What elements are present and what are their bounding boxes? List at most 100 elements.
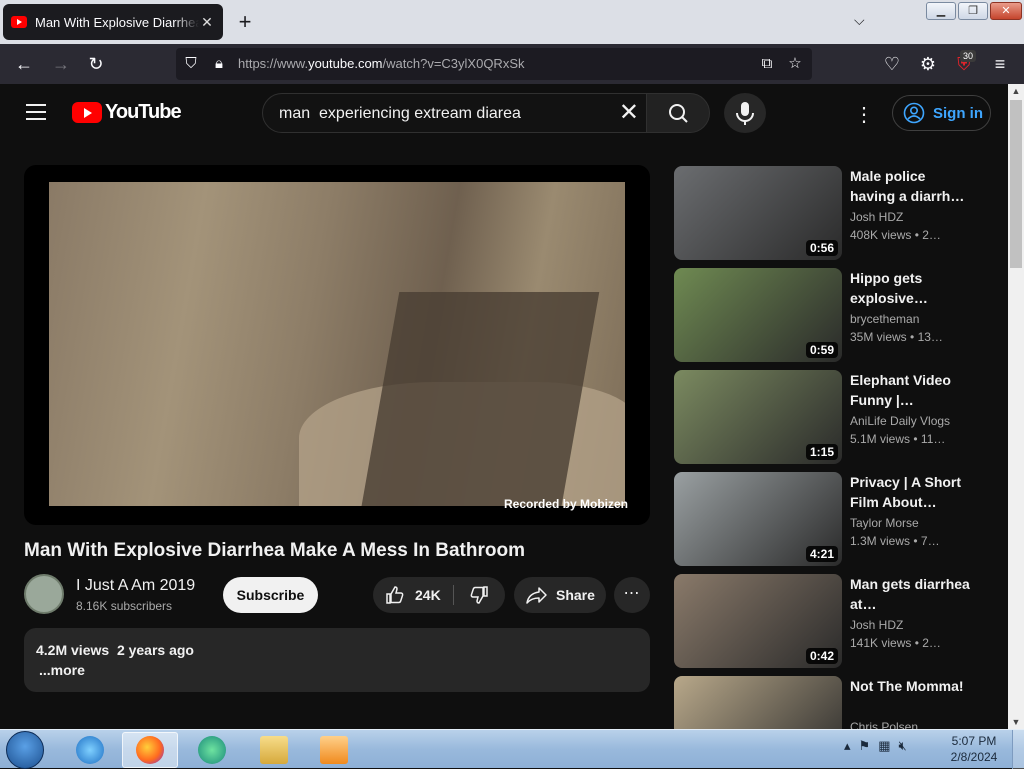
clock-date: 2/8/2024 <box>950 750 998 764</box>
taskbar-internet-explorer[interactable] <box>62 732 118 768</box>
related-title[interactable]: Male police having a diarrh… <box>850 166 970 206</box>
url-text[interactable]: https://www.youtube.com/watch?v=C3ylX0QR… <box>238 56 525 71</box>
browser-navbar: ← → ↻ ⛉ 🔒︎ https://www.youtube.com/watch… <box>0 44 1024 84</box>
related-channel[interactable]: brycetheman <box>850 312 919 326</box>
taskbar-firefox[interactable] <box>122 732 178 768</box>
show-desktop-button[interactable] <box>1012 730 1024 769</box>
action-center-flag-icon[interactable]: ⚑ <box>859 738 871 754</box>
tracking-shield-icon[interactable]: ⛉ <box>182 54 200 74</box>
share-label: Share <box>556 587 595 603</box>
taskbar-file-explorer[interactable] <box>246 732 302 768</box>
share-arrow-icon <box>526 587 547 604</box>
related-channel[interactable]: Taylor Morse <box>850 516 919 530</box>
search-icon <box>669 104 688 123</box>
taskbar-clock[interactable]: 5:07 PM 2/8/2024 <box>944 733 1004 765</box>
related-channel[interactable]: Josh HDZ <box>850 210 903 224</box>
url-bar[interactable]: ⛉ 🔒︎ https://www.youtube.com/watch?v=C3y… <box>176 48 812 80</box>
like-button[interactable]: 24K <box>373 577 453 613</box>
page-scrollbar[interactable]: ▲ ▼ <box>1008 84 1024 729</box>
menu-hamburger-icon[interactable]: ≡ <box>989 54 1011 74</box>
scroll-down-arrow-icon[interactable]: ▼ <box>1008 717 1024 727</box>
like-dislike-bar: 24K <box>373 577 505 613</box>
related-title[interactable]: Privacy | A Short Film About… <box>850 472 970 512</box>
minimize-button[interactable]: ▁ <box>926 2 956 20</box>
related-channel[interactable]: Chris Polsen <box>850 720 918 729</box>
extensions-puzzle-icon[interactable]: ⚙ <box>917 54 939 74</box>
clear-search-icon[interactable]: ✕ <box>619 100 639 126</box>
sign-in-button[interactable]: Sign in <box>892 95 991 131</box>
video-frame[interactable] <box>49 182 625 506</box>
related-thumbnail[interactable]: 0:42 <box>674 574 842 668</box>
microphone-icon <box>736 102 754 125</box>
voice-search-button[interactable] <box>724 93 766 133</box>
sign-in-label: Sign in <box>933 104 983 122</box>
system-tray: ▴ ⚑ ▦ 🔇︎ <box>844 738 907 754</box>
start-button[interactable] <box>6 731 44 769</box>
related-thumbnail[interactable]: 1:15 <box>674 370 842 464</box>
related-views: 408K views • 2… <box>850 228 941 242</box>
related-item[interactable]: 0:59 Hippo gets explosive… brycetheman 3… <box>674 268 974 364</box>
search-button[interactable] <box>646 93 710 133</box>
video-player[interactable]: Recorded by Mobizen <box>24 165 650 525</box>
show-more-link[interactable]: ...more <box>39 662 85 678</box>
browser-tab-active[interactable]: Man With Explosive Diarrhea Make A Mess … <box>3 4 223 40</box>
taskbar-edge[interactable] <box>184 732 240 768</box>
related-title[interactable]: Elephant Video Funny |… <box>850 370 970 410</box>
related-item[interactable]: 0:42 Man gets diarrhea at… Josh HDZ 141K… <box>674 574 974 670</box>
related-title[interactable]: Man gets diarrhea at… <box>850 574 970 614</box>
restore-button[interactable]: ❐ <box>958 2 988 20</box>
pocket-icon[interactable]: ♡ <box>881 54 903 74</box>
related-channel[interactable]: AniLife Daily Vlogs <box>850 414 950 428</box>
duration-badge: 0:59 <box>805 342 838 358</box>
settings-kebab-icon[interactable]: ⋮ <box>852 102 876 127</box>
duration-badge: 0:42 <box>805 648 838 664</box>
related-item[interactable]: 0:56 Male police having a diarrh… Josh H… <box>674 166 974 262</box>
related-title[interactable]: Hippo gets explosive… <box>850 268 970 308</box>
share-button[interactable]: Share <box>514 577 606 613</box>
list-all-tabs-chevron-icon[interactable]: ⌵ <box>854 12 865 29</box>
taskbar-media-player[interactable] <box>306 732 362 768</box>
windows-taskbar: ▴ ⚑ ▦ 🔇︎ 5:07 PM 2/8/2024 <box>0 729 1024 769</box>
dislike-button[interactable] <box>457 577 503 613</box>
lock-icon[interactable]: 🔒︎ <box>210 54 228 74</box>
youtube-logo[interactable]: YouTube <box>72 101 182 124</box>
guide-menu-icon[interactable] <box>26 104 46 125</box>
show-hidden-icons-icon[interactable]: ▴ <box>844 738 851 754</box>
channel-avatar[interactable] <box>24 574 64 614</box>
scrollbar-thumb[interactable] <box>1010 100 1022 268</box>
related-title[interactable]: Not The Momma! <box>850 676 970 696</box>
close-tab-icon[interactable]: ✕ <box>199 14 215 31</box>
search-query-text[interactable]: man experiencing extream diarea <box>279 105 521 123</box>
network-icon[interactable]: ▦ <box>878 738 890 754</box>
related-item[interactable]: 1:15 Elephant Video Funny |… AniLife Dai… <box>674 370 974 466</box>
reload-icon[interactable]: ↻ <box>85 54 107 74</box>
forward-arrow-icon[interactable]: → <box>50 54 72 74</box>
thumbs-down-icon <box>470 586 488 604</box>
picture-in-picture-icon[interactable]: ⧉ <box>758 54 776 74</box>
subscriber-count: 8.16K subscribers <box>76 599 173 613</box>
related-thumbnail[interactable]: 0:59 <box>674 268 842 362</box>
window-controls: ▁ ❐ ✕ <box>926 2 1022 20</box>
related-item[interactable]: Not The Momma! Chris Polsen <box>674 676 974 729</box>
duration-badge: 0:56 <box>805 240 838 256</box>
volume-muted-icon[interactable]: 🔇︎ <box>898 738 906 754</box>
related-item[interactable]: 4:21 Privacy | A Short Film About… Taylo… <box>674 472 974 568</box>
scroll-up-arrow-icon[interactable]: ▲ <box>1008 86 1024 96</box>
close-window-button[interactable]: ✕ <box>990 2 1022 20</box>
like-count: 24K <box>415 587 441 603</box>
subscribe-button[interactable]: Subscribe <box>223 577 318 613</box>
search-input[interactable]: man experiencing extream diarea ✕ <box>262 93 648 133</box>
description-box[interactable]: 4.2M views 2 years ago ...more <box>24 628 650 692</box>
related-thumbnail[interactable]: 0:56 <box>674 166 842 260</box>
channel-name[interactable]: I Just A Am 2019 <box>76 577 195 595</box>
related-channel[interactable]: Josh HDZ <box>850 618 903 632</box>
new-tab-button[interactable]: + <box>234 9 256 35</box>
related-thumbnail[interactable]: 4:21 <box>674 472 842 566</box>
related-thumbnail[interactable] <box>674 676 842 729</box>
video-title: Man With Explosive Diarrhea Make A Mess … <box>24 540 525 561</box>
more-actions-button[interactable]: ⋯ <box>614 577 650 613</box>
firefox-icon <box>136 736 164 764</box>
back-arrow-icon[interactable]: ← <box>13 54 35 74</box>
related-views: 1.3M views • 7… <box>850 534 940 548</box>
bookmark-star-icon[interactable]: ☆ <box>786 54 804 74</box>
